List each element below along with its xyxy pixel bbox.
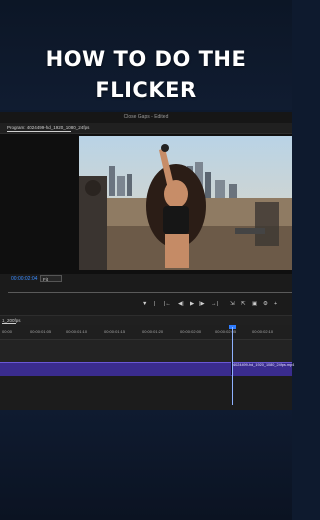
- settings-icon[interactable]: ⚙: [263, 298, 268, 310]
- program-monitor-viewer[interactable]: [0, 134, 292, 274]
- timeline-track[interactable]: [0, 376, 292, 411]
- go-to-in-button[interactable]: |←: [164, 298, 171, 310]
- program-monitor-header: Program: 4024499-hd_1920_1080_24fps: [0, 123, 292, 134]
- caption-line-1: HOW TO DO THE FLICKER: [45, 47, 247, 102]
- scrub-bar-line: [8, 292, 292, 293]
- monitor-scrub-bar[interactable]: [8, 286, 292, 296]
- bottom-background: [0, 410, 292, 520]
- timeline-header: 1_200fps: [0, 315, 292, 325]
- ruler-tick: 00:00:02:10: [252, 329, 274, 334]
- playhead-timecode[interactable]: 00:00:02:04: [11, 275, 37, 283]
- add-button[interactable]: +: [274, 298, 277, 310]
- mark-out-button[interactable]: |: [154, 298, 155, 310]
- video-frame: [79, 136, 292, 270]
- ruler-tick: 00:00:01:20: [142, 329, 164, 334]
- ruler-tick: 00:00:01:05: [30, 329, 52, 334]
- zoom-level-dropdown[interactable]: Fit: [40, 275, 62, 282]
- ruler-tick: 00:00:01:15: [104, 329, 126, 334]
- go-to-out-button[interactable]: →|: [211, 298, 218, 310]
- step-back-button[interactable]: ◀|: [178, 298, 184, 310]
- extract-button[interactable]: ⇱: [241, 298, 246, 310]
- playhead-line[interactable]: [232, 327, 233, 405]
- ruler-tick: 00:00:02:00: [180, 329, 202, 334]
- export-frame-button[interactable]: ▣: [252, 298, 257, 310]
- ruler-tick: 00:00: [2, 329, 13, 334]
- timeline-ruler[interactable]: 00:00 00:00:01:05 00:00:01:10 00:00:01:1…: [0, 325, 292, 340]
- video-frame-image: [79, 136, 292, 270]
- lift-button[interactable]: ⇲: [230, 298, 235, 310]
- clip-label: 4024499-hd_1920_1080_24fps.mp4: [233, 363, 295, 367]
- window-title: Close Gaps - Edited: [0, 112, 292, 123]
- step-forward-button[interactable]: |▶: [199, 298, 205, 310]
- ruler-tick: 00:00:01:10: [66, 329, 88, 334]
- play-button[interactable]: ▶: [190, 298, 194, 310]
- premiere-app-window: Close Gaps - Edited Program: 4024499-hd_…: [0, 112, 295, 411]
- mark-in-button[interactable]: ▼: [142, 298, 147, 310]
- transport-controls: ▼ | |← ◀| ▶ |▶ →| ⇲ ⇱ ▣ ⚙ +: [0, 298, 292, 310]
- sequence-tab-underline: [2, 323, 16, 324]
- active-panel-underline: [7, 131, 71, 132]
